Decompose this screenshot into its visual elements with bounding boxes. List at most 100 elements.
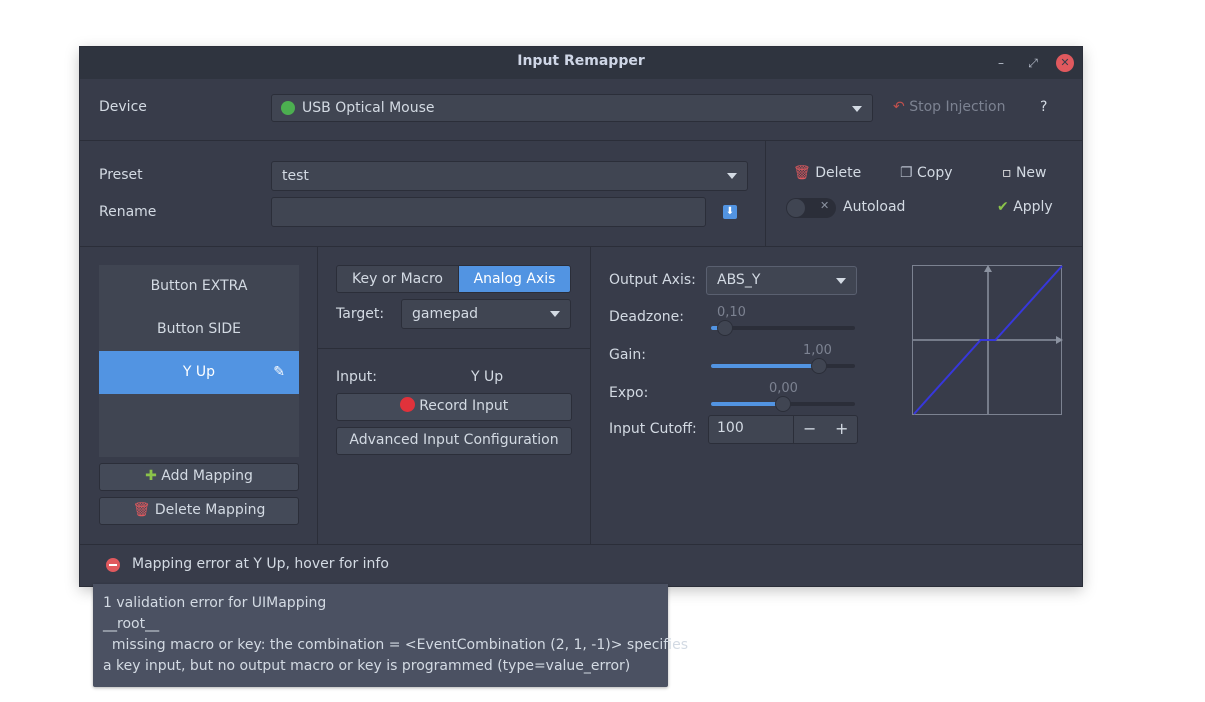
expo-value: 0,00 — [769, 381, 798, 396]
mapping-item[interactable]: Button SIDE — [99, 308, 299, 351]
record-input-button[interactable]: Record Input — [336, 393, 572, 421]
gain-value: 1,00 — [803, 343, 832, 358]
copy-preset-label: Copy — [917, 165, 953, 181]
response-curve-preview — [912, 265, 1063, 415]
output-axis-label: Output Axis: — [609, 272, 696, 288]
delete-mapping-button[interactable]: 🗑 Delete Mapping — [99, 497, 299, 525]
deadzone-value: 0,10 — [717, 305, 746, 320]
deadzone-label: Deadzone: — [609, 309, 684, 325]
rename-label: Rename — [99, 204, 157, 220]
new-preset-label: New — [1015, 165, 1047, 181]
input-cutoff-spinbutton[interactable]: 100 − + — [708, 415, 858, 444]
new-preset-button[interactable]: ▫ New — [1002, 165, 1047, 181]
minimize-button[interactable]: – — [992, 54, 1010, 72]
autoload-toggle[interactable]: ✕ — [786, 198, 836, 218]
close-button[interactable]: ✕ — [1056, 54, 1074, 72]
deadzone-slider[interactable] — [711, 320, 855, 336]
rename-input[interactable] — [271, 197, 706, 227]
status-bar: Mapping error at Y Up, hover for info — [80, 544, 1082, 586]
device-label: Device — [99, 99, 147, 115]
expo-slider-knob[interactable] — [775, 396, 791, 412]
new-document-icon: ▫ — [1002, 165, 1012, 181]
chevron-down-icon — [852, 106, 862, 112]
output-axis-value: ABS_Y — [717, 272, 761, 288]
divider — [765, 141, 766, 246]
window-title: Input Remapper — [517, 53, 645, 69]
preset-label: Preset — [99, 167, 143, 183]
deadzone-slider-knob[interactable] — [717, 320, 734, 336]
record-input-label: Record Input — [419, 398, 509, 414]
add-mapping-label: Add Mapping — [161, 468, 253, 484]
chevron-down-icon — [836, 278, 846, 284]
error-tooltip: 1 validation error for UIMapping __root_… — [93, 584, 689, 687]
preset-select-value: test — [282, 168, 309, 184]
device-select[interactable]: USB Optical Mouse — [271, 94, 873, 122]
mapping-list[interactable]: Button EXTRA Button SIDE Y Up ✎ — [99, 265, 299, 457]
add-mapping-button[interactable]: ✚ Add Mapping — [99, 463, 299, 491]
divider — [318, 348, 590, 349]
main-window: Input Remapper – ⤢ ✕ Device USB Optical … — [80, 47, 1082, 586]
status-message[interactable]: Mapping error at Y Up, hover for info — [132, 556, 389, 572]
input-cutoff-value: 100 — [717, 420, 744, 436]
delete-mapping-label: Delete Mapping — [154, 502, 266, 518]
tooltip-line: 1 validation error for UIMapping — [103, 595, 327, 611]
tooltip-line: a key input, but no output macro or key … — [103, 658, 631, 674]
target-select-value: gamepad — [412, 306, 479, 322]
undo-icon: ↶ — [893, 99, 905, 115]
divider — [590, 247, 591, 544]
gain-slider[interactable] — [711, 358, 855, 374]
expo-slider[interactable] — [711, 396, 855, 412]
tooltip-line: missing macro or key: the combination = … — [103, 637, 689, 653]
divider — [80, 140, 1082, 141]
tab-key-or-macro[interactable]: Key or Macro — [336, 265, 459, 293]
gain-slider-fill — [711, 364, 819, 368]
save-icon[interactable]: ⬇ — [723, 205, 737, 219]
input-value: Y Up — [471, 369, 504, 385]
input-label: Input: — [336, 369, 377, 385]
target-select[interactable]: gamepad — [401, 299, 571, 329]
help-button[interactable]: ? — [1040, 99, 1047, 115]
expo-label: Expo: — [609, 385, 649, 401]
gain-slider-knob[interactable] — [811, 358, 827, 374]
tooltip-line: __root__ — [103, 616, 160, 632]
tab-analog-axis[interactable]: Analog Axis — [458, 265, 571, 293]
checkmark-icon: ✔ — [997, 199, 1009, 215]
copy-preset-button[interactable]: ❐ Copy — [900, 165, 953, 181]
maximize-button[interactable]: ⤢ — [1024, 54, 1042, 72]
copy-icon: ❐ — [900, 165, 913, 181]
preset-select[interactable]: test — [271, 161, 748, 191]
divider — [793, 416, 794, 443]
expo-slider-fill — [711, 402, 783, 406]
chevron-down-icon — [550, 311, 560, 317]
chevron-down-icon — [727, 173, 737, 179]
mapping-item-label: Y Up — [182, 364, 216, 380]
gain-label: Gain: — [609, 347, 646, 363]
error-icon — [106, 558, 120, 572]
plus-icon: ✚ — [145, 468, 157, 484]
titlebar: Input Remapper – ⤢ ✕ — [80, 47, 1082, 79]
trash-icon: 🗑 — [793, 165, 811, 181]
stop-injection-label: Stop Injection — [909, 99, 1006, 115]
increment-button[interactable]: + — [835, 419, 848, 438]
mapping-item[interactable]: Button EXTRA — [99, 265, 299, 308]
toggle-off-icon: ✕ — [820, 199, 830, 212]
edit-icon[interactable]: ✎ — [273, 351, 285, 394]
input-cutoff-label: Input Cutoff: — [609, 421, 697, 437]
device-select-value: USB Optical Mouse — [302, 100, 435, 116]
advanced-input-button[interactable]: Advanced Input Configuration — [336, 427, 572, 455]
target-label: Target: — [336, 306, 385, 322]
toggle-knob — [787, 199, 805, 217]
autoload-label: Autoload — [843, 199, 906, 215]
decrement-button[interactable]: − — [803, 419, 816, 438]
output-axis-select[interactable]: ABS_Y — [706, 266, 857, 295]
trash-icon: 🗑 — [132, 502, 151, 518]
record-icon — [399, 397, 415, 412]
device-icon — [281, 101, 295, 115]
divider — [317, 247, 318, 544]
delete-preset-label: Delete — [815, 165, 862, 181]
apply-label: Apply — [1013, 199, 1053, 215]
apply-button[interactable]: ✔ Apply — [997, 199, 1053, 215]
stop-injection-button[interactable]: ↶ Stop Injection — [893, 99, 1006, 115]
delete-preset-button[interactable]: 🗑 Delete — [793, 165, 861, 181]
mapping-item-selected[interactable]: Y Up ✎ — [99, 351, 299, 394]
